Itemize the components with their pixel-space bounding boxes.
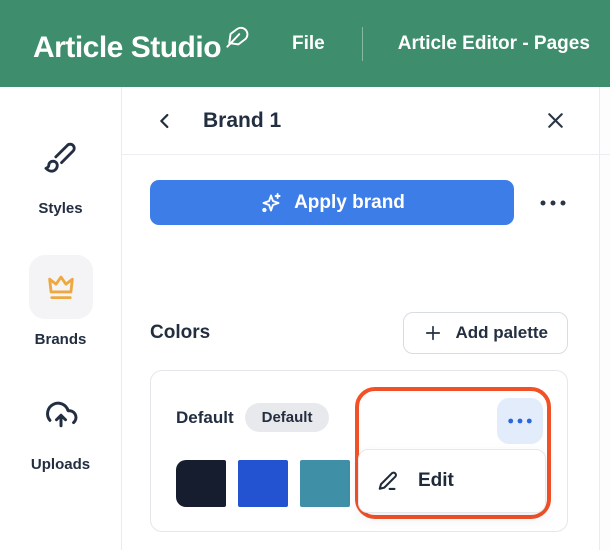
palette-default-badge: Default — [245, 403, 330, 432]
menu-item-edit-label: Edit — [418, 470, 454, 492]
back-button[interactable] — [154, 110, 176, 132]
palette-more-button[interactable] — [497, 398, 543, 444]
sidebar-item-brands[interactable]: Brands — [29, 255, 93, 348]
app-window: Article Studio File Article Editor - Pag… — [0, 0, 610, 550]
paintbrush-icon — [43, 140, 77, 174]
panel-header: Brand 1 — [122, 87, 599, 155]
plus-icon — [423, 323, 443, 343]
pencil-icon — [375, 468, 401, 494]
apply-brand-label: Apply brand — [294, 192, 405, 214]
crown-icon — [44, 270, 78, 304]
menu-item-edit[interactable]: Edit — [359, 450, 545, 512]
quill-icon — [223, 25, 249, 51]
sidebar-item-label: Styles — [38, 200, 82, 217]
editor-area-top — [600, 87, 610, 155]
close-icon — [544, 109, 567, 132]
ellipsis-icon — [539, 199, 567, 207]
close-button[interactable] — [544, 109, 567, 132]
chevron-left-icon — [154, 110, 176, 132]
color-swatch[interactable] — [176, 460, 226, 507]
sidebar-item-uploads[interactable]: Uploads — [31, 398, 90, 473]
color-swatch[interactable] — [300, 460, 350, 507]
ellipsis-icon — [507, 417, 533, 425]
brand-more-button[interactable] — [538, 188, 568, 218]
sidebar-item-label: Uploads — [31, 456, 90, 473]
colors-heading: Colors — [150, 322, 210, 344]
sparkle-icon — [259, 191, 283, 215]
menu-file[interactable]: File — [292, 33, 325, 55]
header-menu: File Article Editor - Pages — [292, 27, 590, 61]
app-header: Article Studio File Article Editor - Pag… — [0, 0, 610, 87]
sidebar-item-styles[interactable]: Styles — [38, 140, 82, 217]
header-divider — [362, 27, 363, 61]
app-logo-text: Article Studio — [33, 25, 221, 63]
sidebar: Styles Brands — [0, 87, 122, 550]
apply-brand-button[interactable]: Apply brand — [150, 180, 514, 225]
palette-context-menu: Edit — [358, 449, 546, 513]
add-palette-label: Add palette — [455, 323, 548, 343]
sidebar-active-indicator — [29, 255, 93, 319]
color-swatch[interactable] — [238, 460, 288, 507]
palette-name: Default — [176, 408, 234, 428]
cloud-upload-icon — [43, 398, 79, 434]
document-title: Article Editor - Pages — [398, 33, 590, 55]
sidebar-item-label: Brands — [35, 331, 87, 348]
app-logo[interactable]: Article Studio — [33, 25, 249, 63]
editor-area — [600, 87, 610, 550]
panel-title: Brand 1 — [203, 109, 281, 133]
add-palette-button[interactable]: Add palette — [403, 312, 568, 354]
